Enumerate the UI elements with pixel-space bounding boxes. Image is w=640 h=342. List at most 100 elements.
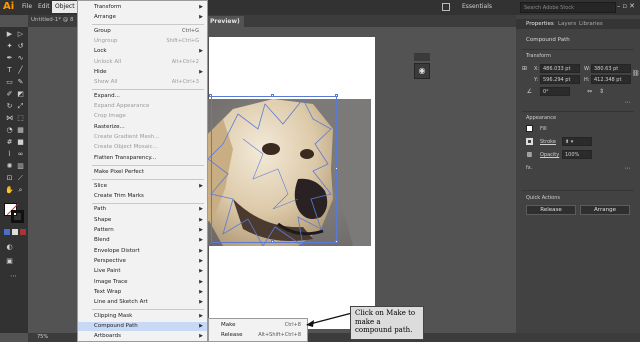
stroke-weight-field[interactable]: ⬍ ▾	[562, 137, 592, 146]
hand-tool-icon[interactable]: ✋	[5, 186, 14, 195]
menu-item-live-paint[interactable]: Live Paint ▶	[78, 267, 207, 276]
pen-tool-icon[interactable]: ✒	[5, 54, 14, 63]
menu-item-text-wrap[interactable]: Text Wrap ▶	[78, 288, 207, 297]
symbol-sprayer-icon[interactable]: ✺	[5, 162, 14, 171]
direct-selection-icon[interactable]: ▷	[16, 30, 25, 39]
eraser-icon[interactable]: ◩	[16, 90, 25, 99]
line-tool-icon[interactable]: ╱	[16, 66, 25, 75]
menu-item-pattern[interactable]: Pattern ▶	[78, 226, 207, 235]
opacity-field[interactable]: 100%	[562, 150, 592, 159]
screen-mode-icon[interactable]: ▣	[5, 257, 14, 266]
window-controls-icon[interactable]: –▫✕	[617, 2, 637, 10]
width-tool-icon[interactable]: ⋈	[5, 114, 14, 123]
reference-point-icon[interactable]: ⊞	[521, 65, 528, 72]
document-tab[interactable]: Untitled-1* @ 8	[31, 17, 74, 23]
menu-edit[interactable]: Edit	[38, 3, 50, 10]
rotate-icon[interactable]: ↻	[5, 102, 14, 111]
stroke-label[interactable]: Stroke	[540, 139, 556, 145]
curvature-icon[interactable]: ∿	[16, 54, 25, 63]
rectangle-tool-icon[interactable]: ▭	[5, 78, 14, 87]
menu-item-rasterize[interactable]: Rasterize...	[78, 123, 207, 132]
opacity-label[interactable]: Opacity	[540, 152, 559, 158]
h-field[interactable]: 412.348 pt	[591, 75, 631, 84]
resize-handle[interactable]	[209, 94, 212, 97]
menu-item-compound-path[interactable]: Compound Path ▶	[78, 322, 207, 331]
gradient-mode-icon[interactable]	[12, 229, 18, 235]
menu-item-expand[interactable]: Expand...	[78, 92, 207, 101]
submenu-item-make[interactable]: Make Ctrl+8	[209, 321, 307, 330]
color-mode-icon[interactable]	[4, 229, 10, 235]
mesh-icon[interactable]: #	[5, 138, 14, 147]
zoom-tool-icon[interactable]: ⌕	[16, 186, 25, 195]
lasso-icon[interactable]: ↺	[16, 42, 25, 51]
gradient-icon[interactable]: ■	[16, 138, 25, 147]
slice-tool-icon[interactable]: ⟋	[16, 174, 25, 183]
submenu-item-release[interactable]: Release Alt+Shift+Ctrl+8	[209, 331, 307, 340]
paintbrush-icon[interactable]: ✎	[16, 78, 25, 87]
menu-item-trim-marks[interactable]: Create Trim Marks	[78, 192, 207, 201]
stock-search-input[interactable]: Search Adobe Stock	[520, 2, 616, 13]
fill-color-icon[interactable]	[526, 125, 533, 132]
resize-handle[interactable]	[335, 167, 338, 170]
magic-wand-icon[interactable]: ✦	[5, 42, 14, 51]
menu-item-flatten-transparency[interactable]: Flatten Transparency...	[78, 154, 207, 163]
link-proportions-icon[interactable]: ⛓	[632, 70, 640, 77]
menu-item-shape[interactable]: Shape ▶	[78, 216, 207, 225]
eyedropper-icon[interactable]: ⌇	[5, 150, 14, 159]
perspective-grid-icon[interactable]: ▦	[16, 126, 25, 135]
document-tab-active[interactable]: Preview)	[206, 16, 244, 27]
blend-icon[interactable]: ∞	[16, 150, 25, 159]
more-options-icon[interactable]: ⋯	[624, 165, 631, 172]
artboard-tool-icon[interactable]: ⊡	[5, 174, 14, 183]
flip-horizontal-icon[interactable]: ⇔	[586, 88, 593, 95]
type-tool-icon[interactable]: T	[5, 66, 14, 75]
tab-properties[interactable]: Properties	[526, 21, 554, 27]
menu-file[interactable]: File	[22, 3, 32, 10]
menu-item-slice[interactable]: Slice ▶	[78, 182, 207, 191]
tab-libraries[interactable]: Libraries	[579, 21, 603, 27]
menu-item-image-trace[interactable]: Image Trace ▶	[78, 278, 207, 287]
none-mode-icon[interactable]	[20, 229, 26, 235]
workspace-switcher[interactable]: Essentials	[462, 3, 492, 10]
resize-handle[interactable]	[271, 240, 274, 243]
more-options-icon[interactable]: ⋯	[624, 99, 631, 106]
resize-handle[interactable]	[271, 94, 274, 97]
selection-bounding-box[interactable]	[211, 96, 337, 243]
release-button[interactable]: Release	[526, 205, 576, 215]
arrange-documents-icon[interactable]	[442, 3, 450, 11]
graph-tool-icon[interactable]: ▥	[16, 162, 25, 171]
x-field[interactable]: 486.033 pt	[540, 64, 580, 73]
stroke-color-icon[interactable]	[526, 138, 533, 145]
resize-handle[interactable]	[335, 240, 338, 243]
menu-item-artboards[interactable]: Artboards ▶	[78, 332, 207, 341]
tab-layers[interactable]: Layers	[558, 21, 576, 27]
angle-field[interactable]: 0°	[540, 87, 570, 96]
zoom-level[interactable]: 75%	[37, 334, 48, 340]
menu-item-blend[interactable]: Blend ▶	[78, 236, 207, 245]
menu-item-transform[interactable]: Transform ▶	[78, 3, 207, 12]
menu-item-line-sketch-art[interactable]: Line and Sketch Art ▶	[78, 298, 207, 307]
floating-panel-grip[interactable]	[414, 53, 430, 61]
menu-item-arrange[interactable]: Arrange ▶	[78, 13, 207, 22]
w-field[interactable]: 380.63 pt	[591, 64, 631, 73]
stroke-swatch[interactable]	[11, 210, 24, 223]
effects-button[interactable]: fx.	[526, 165, 532, 171]
more-tools-icon[interactable]: ⋯	[9, 272, 18, 281]
resize-handle[interactable]	[335, 94, 338, 97]
menu-object[interactable]: Object	[52, 1, 78, 13]
menu-item-path[interactable]: Path ▶	[78, 205, 207, 214]
scale-icon[interactable]: ⤢	[16, 102, 25, 111]
menu-item-lock[interactable]: Lock ▶	[78, 47, 207, 56]
appearance-panel-icon[interactable]: ◉	[414, 63, 430, 79]
menu-item-pixel-perfect[interactable]: Make Pixel Perfect	[78, 168, 207, 177]
arrange-button[interactable]: Arrange	[580, 205, 630, 215]
flip-vertical-icon[interactable]: ⇕	[598, 88, 605, 95]
shaper-icon[interactable]: ✐	[5, 90, 14, 99]
selection-tool-icon[interactable]: ▶	[5, 30, 14, 39]
menu-item-envelope-distort[interactable]: Envelope Distort ▶	[78, 247, 207, 256]
menu-item-hide[interactable]: Hide ▶	[78, 68, 207, 77]
menu-item-perspective[interactable]: Perspective ▶	[78, 257, 207, 266]
menu-item-clipping-mask[interactable]: Clipping Mask ▶	[78, 312, 207, 321]
draw-mode-icon[interactable]: ◐	[5, 243, 14, 252]
free-transform-icon[interactable]: ⬚	[16, 114, 25, 123]
